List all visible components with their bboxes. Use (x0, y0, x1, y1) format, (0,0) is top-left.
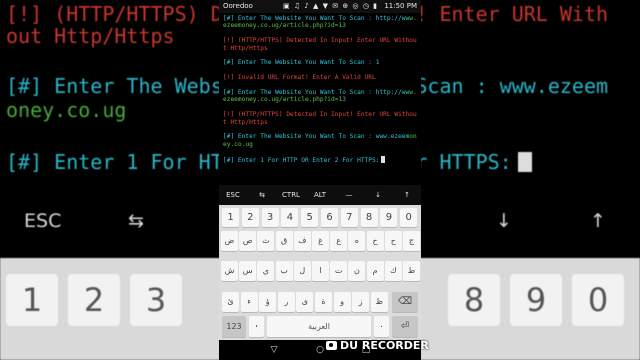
bg-key: 1 (6, 274, 58, 326)
space-key[interactable]: العربية (267, 316, 371, 337)
key[interactable]: ك (384, 261, 402, 281)
status-time: 11:50 PM (384, 2, 417, 10)
terminal-line: [!] Invalid URL Format! Enter A Valid UR… (223, 74, 418, 81)
back-icon[interactable]: ▽ (264, 340, 284, 360)
bg-extra-key: ⇆ (128, 210, 144, 232)
key[interactable]: ل (293, 261, 311, 281)
key[interactable]: ف (293, 231, 311, 251)
terminal-text: [!] Invalid URL Format! Enter A Valid UR… (223, 74, 376, 82)
key[interactable]: و (333, 292, 351, 312)
key[interactable]: ض (221, 231, 238, 251)
key[interactable]: ه (348, 231, 366, 251)
terminal-text: [#] Enter The Website You Want To Scan :… (223, 59, 380, 67)
key[interactable]: ر (277, 292, 295, 312)
key[interactable]: 6 (321, 208, 338, 227)
key[interactable]: ج (403, 231, 420, 251)
terminal-text: [!] (HTTP/HTTPS) Detected In Input! Ente… (223, 37, 410, 45)
key[interactable]: 7 (340, 208, 358, 227)
arrow-down-key[interactable]: ↓ (364, 185, 392, 205)
key[interactable]: 2 (241, 208, 259, 227)
bg-cursor (517, 152, 532, 172)
bg-extra-key: ↓ (496, 210, 512, 232)
soft-keyboard: 1234567890 ضصثقفغعهخحج شسيبلاتنمكط ئءؤرى… (219, 205, 421, 340)
tab-key[interactable]: ⇆ (248, 185, 276, 205)
key[interactable]: ء (240, 292, 258, 312)
arrow-up-key[interactable]: ↑ (393, 185, 421, 205)
bg-key: 2 (68, 274, 120, 326)
terminal-text: [#] Enter The Website You Want To Scan :… (223, 15, 410, 22)
key[interactable]: س (239, 261, 257, 281)
terminal-line: [#] Enter The Website You Want To Scan :… (223, 89, 418, 104)
phone-screen: Ooredoo ▣ ♫ ♪ ▲ ▼ ✉ ⊕ ◎ ◷ ▮ 11:50 PM [#]… (219, 0, 421, 360)
comma-key[interactable]: ، (249, 316, 264, 337)
extra-keys-row: ESC ⇆ CTRL ALT — ↓ ↑ (219, 185, 421, 205)
terminal-text: [#] Enter 1 For HTTP OR Enter 2 For HTTP… (223, 156, 380, 164)
esc-key[interactable]: ESC (219, 185, 247, 205)
backspace-key[interactable]: ⌫ (392, 292, 418, 312)
key[interactable]: 8 (360, 208, 378, 227)
key[interactable]: ط (403, 261, 420, 281)
key[interactable]: ي (257, 261, 275, 281)
carrier-label: Ooredoo (223, 2, 253, 10)
terminal-line: [#] Enter The Website You Want To Scan :… (223, 59, 418, 66)
key[interactable]: 9 (380, 208, 398, 227)
key[interactable]: ث (257, 231, 275, 251)
watermark-text: DU RECORDER (340, 339, 429, 352)
terminal-line: [#] Enter 1 For HTTP OR Enter 2 For HTTP… (223, 155, 418, 164)
bg-line: out Http/Https (6, 24, 175, 48)
key[interactable]: ا (312, 261, 329, 281)
terminal-line: [#] Enter The Website You Want To Scan :… (223, 133, 418, 148)
terminal-line: [!] (HTTP/HTTPS) Detected In Input! Ente… (223, 111, 418, 126)
status-bar: Ooredoo ▣ ♫ ♪ ▲ ▼ ✉ ⊕ ◎ ◷ ▮ 11:50 PM (219, 0, 421, 13)
key[interactable]: غ (312, 231, 329, 251)
key[interactable]: ئ (222, 292, 239, 312)
key[interactable]: ة (315, 292, 332, 312)
enter-key[interactable]: ⏎ (392, 316, 418, 337)
terminal-text: [!] (HTTP/HTTPS) Detected In Input! Ente… (223, 111, 410, 119)
key[interactable]: ع (330, 231, 348, 251)
key[interactable]: م (366, 261, 384, 281)
bg-key: 9 (510, 274, 562, 326)
key[interactable]: ق (275, 231, 293, 251)
key[interactable]: 1 (222, 208, 239, 227)
dash-key[interactable]: — (335, 185, 363, 205)
key[interactable]: ح (384, 231, 402, 251)
key[interactable]: ؤ (259, 292, 277, 312)
key[interactable]: 4 (281, 208, 299, 227)
symbols-key[interactable]: 123 (222, 316, 246, 337)
key[interactable]: ص (239, 231, 257, 251)
camera-icon (326, 341, 337, 350)
key[interactable]: ى (296, 292, 314, 312)
key[interactable]: ت (330, 261, 348, 281)
key[interactable]: ش (221, 261, 238, 281)
terminal-output[interactable]: [#] Enter The Website You Want To Scan :… (219, 13, 421, 185)
terminal-text: [#] Enter The Website You Want To Scan :… (223, 133, 410, 141)
recorder-watermark: DU RECORDER (326, 339, 429, 352)
bg-extra-key: ↑ (590, 210, 606, 232)
terminal-text: [#] Enter The Website You Want To Scan :… (223, 89, 410, 96)
bg-key: 8 (448, 274, 500, 326)
status-icons: ▣ ♫ ♪ ▲ ▼ ✉ ⊕ ◎ ◷ ▮ (283, 2, 378, 10)
bg-extra-key: ESC (24, 210, 62, 232)
period-key[interactable]: . (374, 316, 389, 337)
key[interactable]: 3 (261, 208, 279, 227)
key[interactable]: ن (348, 261, 366, 281)
terminal-line: [#] Enter The Website You Want To Scan :… (223, 15, 418, 30)
key[interactable]: خ (366, 231, 384, 251)
bg-key: 0 (572, 274, 624, 326)
bg-line: oney.co.ug (6, 98, 127, 122)
key[interactable]: ظ (370, 292, 388, 312)
key[interactable]: ب (275, 261, 293, 281)
key[interactable]: 5 (301, 208, 319, 227)
bg-key: 3 (130, 274, 182, 326)
terminal-line: [!] (HTTP/HTTPS) Detected In Input! Ente… (223, 37, 418, 52)
text-cursor (381, 155, 386, 163)
alt-key[interactable]: ALT (306, 185, 334, 205)
key[interactable]: 0 (400, 208, 418, 227)
key[interactable]: ز (352, 292, 370, 312)
ctrl-key[interactable]: CTRL (277, 185, 305, 205)
